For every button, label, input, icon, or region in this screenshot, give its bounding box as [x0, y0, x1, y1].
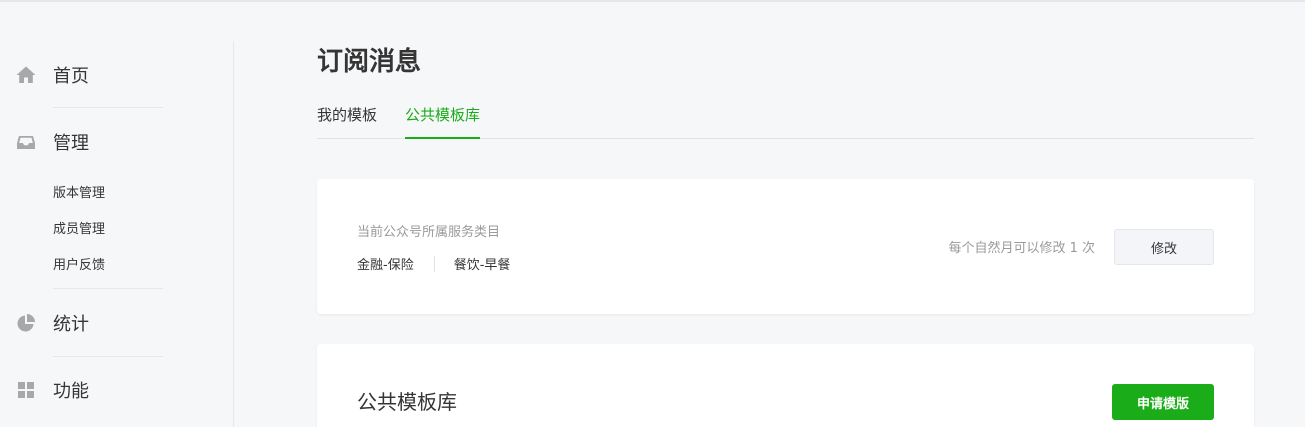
sidebar-item-label: 统计 [53, 314, 89, 335]
library-card: 公共模板库 申请模版 [317, 344, 1254, 427]
category-item: 餐饮-早餐 [453, 258, 511, 273]
home-icon [16, 65, 36, 85]
sidebar-subitem-members[interactable]: 成员管理 [53, 218, 105, 237]
sidebar: 首页 管理 版本管理 成员管理 用户反馈 统计 功能 [0, 0, 234, 427]
category-separator [433, 255, 435, 272]
main-content: 订阅消息 我的模板 公共模板库 当前公众号所属服务类目 金融-保险 餐饮-早餐 … [317, 0, 1254, 427]
tab-public-library[interactable]: 公共模板库 [405, 104, 481, 139]
sidebar-divider [53, 288, 163, 289]
sidebar-subitem-version[interactable]: 版本管理 [53, 182, 105, 201]
modify-button[interactable]: 修改 [1114, 229, 1214, 265]
page-title: 订阅消息 [317, 47, 422, 77]
tab-bar: 我的模板 公共模板库 [317, 104, 1254, 139]
sidebar-subitem-feedback[interactable]: 用户反馈 [53, 254, 105, 273]
sidebar-item-label: 首页 [53, 66, 89, 87]
apply-template-button[interactable]: 申请模版 [1112, 384, 1214, 420]
category-label: 当前公众号所属服务类目 [357, 225, 501, 240]
sidebar-item-label: 功能 [53, 381, 89, 402]
sidebar-divider [53, 356, 163, 357]
grid-icon [16, 380, 36, 400]
pie-chart-icon [16, 313, 36, 333]
sidebar-item-label: 管理 [53, 133, 89, 154]
inbox-icon [16, 132, 36, 152]
sidebar-separator [233, 41, 234, 427]
library-title: 公共模板库 [357, 390, 457, 414]
category-item: 金融-保险 [357, 258, 414, 273]
category-card: 当前公众号所属服务类目 金融-保险 餐饮-早餐 每个自然月可以修改 1 次 修改 [317, 179, 1254, 314]
modify-limit-text: 每个自然月可以修改 1 次 [948, 241, 1095, 256]
tab-my-templates[interactable]: 我的模板 [317, 104, 377, 139]
sidebar-divider [53, 107, 163, 108]
category-list: 金融-保险 餐饮-早餐 [357, 254, 510, 273]
